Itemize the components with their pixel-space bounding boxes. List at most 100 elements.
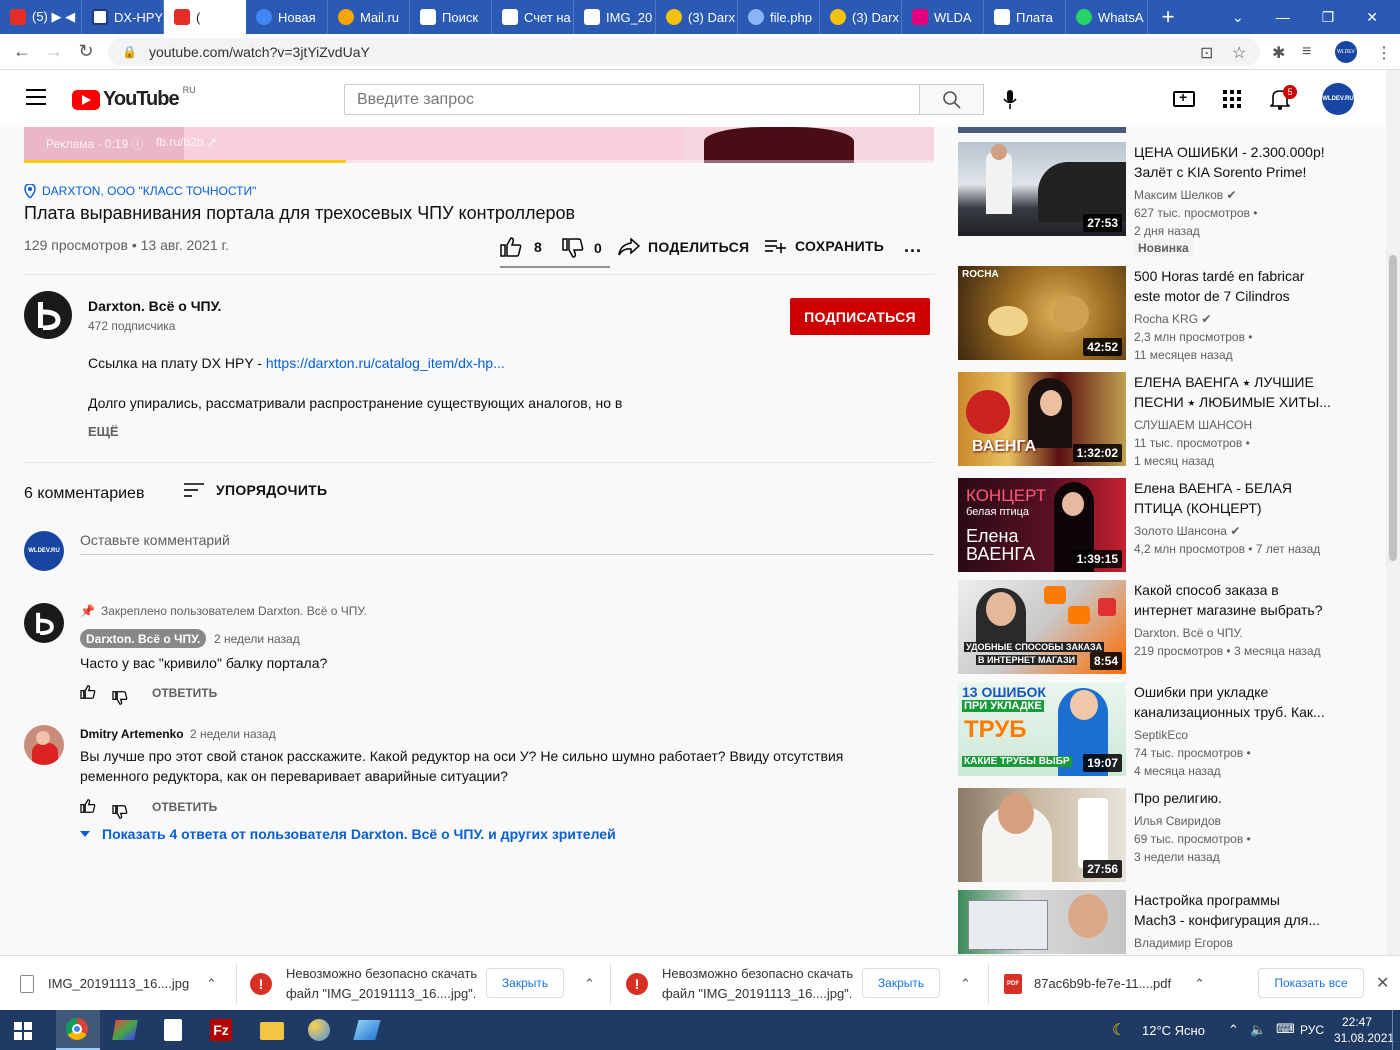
forward-icon[interactable]: → — [38, 41, 70, 62]
comment-time[interactable]: 2 недели назад — [214, 632, 300, 646]
youtube-logo[interactable]: YouTube RU — [72, 85, 196, 111]
recommendation-thumbnail[interactable]: ВАЕНГА 1:32:02 — [958, 372, 1126, 466]
sort-comments-button[interactable]: УПОРЯДОЧИТЬ — [184, 482, 327, 498]
show-desktop-button[interactable] — [1392, 1010, 1393, 1050]
subscribe-button[interactable]: ПОДПИСАТЬСЯ — [790, 298, 930, 335]
chevron-up-icon[interactable]: ⌃ — [960, 976, 971, 992]
recommendation-channel[interactable]: Владимир Егоров — [1134, 934, 1233, 952]
recommendation-thumbnail[interactable] — [958, 890, 1126, 954]
description-link[interactable]: https://darxton.ru/catalog_item/dx-hp... — [266, 355, 505, 371]
recommendation-item[interactable]: УДОБНЫЕ СПОСОБЫ ЗАКАЗА В ИНТЕРНЕТ МАГАЗИ… — [958, 580, 1388, 676]
search-input[interactable] — [344, 84, 920, 115]
recommendation-item[interactable]: КОНЦЕРТ белая птица Елена ВАЕНГА 1:39:15… — [958, 478, 1388, 574]
filezilla-icon[interactable]: Fz — [210, 1019, 232, 1041]
browser-tab[interactable]: (3) Darx — [820, 0, 902, 34]
comment-dislike-icon[interactable] — [112, 800, 128, 819]
back-icon[interactable]: ← — [6, 41, 38, 62]
video-player[interactable]: Реклама · 0:19 ⓘ fb.ru/b2b ↗ — [24, 127, 934, 163]
windows-start-icon[interactable] — [14, 1022, 32, 1040]
recommendation-thumbnail[interactable]: ROCHA 42:52 — [958, 266, 1126, 360]
notifications-bell-icon[interactable]: 5 — [1269, 85, 1297, 112]
recommendation-thumbnail[interactable]: УДОБНЫЕ СПОСОБЫ ЗАКАЗА В ИНТЕРНЕТ МАГАЗИ… — [958, 580, 1126, 674]
recommendation-item[interactable]: ROCHA 42:52 500 Horas tardé en fabricar e… — [958, 266, 1388, 362]
download-item[interactable]: IMG_20191113_16....jpg ⌃ — [20, 956, 230, 1011]
show-replies-button[interactable]: Показать 4 ответа от пользователя Darxto… — [80, 826, 616, 842]
recommendation-thumbnail[interactable]: 13 ОШИБОК ПРИ УКЛАДКЕ ТРУБ КАКИЕ ТРУБЫ В… — [958, 682, 1126, 776]
reload-icon[interactable]: ↻ — [70, 41, 102, 62]
browser-tab[interactable]: WhatsA — [1066, 0, 1148, 34]
create-video-icon[interactable]: + — [1173, 89, 1195, 107]
comment-author-avatar[interactable] — [24, 725, 64, 765]
recommendation-channel[interactable]: Золото Шансона ✔ — [1134, 522, 1240, 540]
browser-tab[interactable]: Плата — [984, 0, 1066, 34]
recommendation-thumbnail[interactable]: 27:53 — [958, 142, 1126, 236]
browser-tab[interactable]: Поиск — [410, 0, 492, 34]
winrar-icon[interactable] — [112, 1020, 138, 1040]
close-download-button[interactable]: Закрыть — [486, 968, 564, 998]
recommendation-channel[interactable]: Rocha KRG ✔ — [1134, 310, 1211, 328]
browser-tab-active[interactable]: ( — [164, 0, 246, 34]
account-avatar[interactable]: WLDEV.RU — [1322, 83, 1354, 115]
share-button[interactable]: ПОДЕЛИТЬСЯ — [618, 238, 749, 256]
chevron-up-icon[interactable]: ⌃ — [206, 976, 217, 992]
channel-avatar[interactable] — [24, 291, 72, 339]
profile-avatar[interactable]: WLDEV — [1335, 41, 1357, 63]
recommendation-item[interactable]: 13 ОШИБОК ПРИ УКЛАДКЕ ТРУБ КАКИЕ ТРУБЫ В… — [958, 682, 1388, 778]
browser-tab[interactable]: Новая — [246, 0, 328, 34]
like-button[interactable]: 8 — [500, 237, 542, 257]
dislike-button[interactable]: 0 — [562, 238, 602, 258]
taskbar-chrome[interactable] — [56, 1010, 100, 1050]
recommendation-item[interactable]: Настройка программы Mach3 - конфигурация … — [958, 890, 1388, 954]
recommendation-thumbnail[interactable]: 27:56 — [958, 788, 1126, 882]
notepad-icon[interactable] — [164, 1019, 182, 1041]
search-button[interactable] — [919, 84, 984, 115]
save-button[interactable]: СОХРАНИТЬ — [765, 238, 884, 254]
close-downloads-bar-icon[interactable]: ✕ — [1376, 973, 1389, 993]
browser-tab[interactable]: Mail.ru — [328, 0, 410, 34]
browser-tab[interactable]: Счет на — [492, 0, 574, 34]
close-window-icon[interactable]: ✕ — [1366, 9, 1378, 26]
media-control-icon[interactable]: ≡ — [1302, 43, 1311, 61]
input-language[interactable]: РУС — [1300, 1023, 1324, 1037]
reply-button[interactable]: ОТВЕТИТЬ — [152, 686, 217, 700]
file-explorer-icon[interactable] — [260, 1022, 284, 1040]
microphone-icon[interactable] — [998, 88, 1022, 112]
show-all-downloads-button[interactable]: Показать все — [1258, 968, 1364, 998]
recommendation-item[interactable]: ВАЕНГА 1:32:02 ЕЛЕНА ВАЕНГА ⭑ ЛУЧШИЕ ПЕСН… — [958, 372, 1388, 468]
video-location[interactable]: DARXTON, ООО "КЛАСС ТОЧНОСТИ" — [24, 184, 256, 198]
hamburger-menu-icon[interactable] — [26, 89, 46, 105]
channel-name[interactable]: Darxton. Всё о ЧПУ. — [88, 298, 221, 314]
ad-link[interactable]: fb.ru/b2b ↗ — [156, 135, 217, 149]
comment-like-icon[interactable] — [80, 685, 96, 704]
reply-button[interactable]: ОТВЕТИТЬ — [152, 800, 217, 814]
weather-text[interactable]: 12°C Ясно — [1142, 1023, 1205, 1038]
browser-tab[interactable]: IMG_20 — [574, 0, 656, 34]
close-download-button[interactable]: Закрыть — [862, 968, 940, 998]
comment-author-avatar[interactable] — [24, 603, 64, 643]
bookmark-star-icon[interactable]: ☆ — [1232, 43, 1246, 63]
app-icon[interactable] — [353, 1020, 381, 1040]
extensions-icon[interactable]: ✱ — [1272, 43, 1285, 63]
address-bar[interactable]: 🔒 youtube.com/watch?v=3jtYiZvdUaY — [108, 38, 1260, 66]
browser-tab[interactable]: file.php — [738, 0, 820, 34]
scrollbar-thumb[interactable] — [1389, 255, 1397, 561]
volume-icon[interactable]: 🔈 — [1250, 1022, 1266, 1038]
tray-chevron-icon[interactable]: ⌃ — [1228, 1022, 1239, 1038]
minimize-icon[interactable]: — — [1276, 9, 1290, 25]
recommendation-channel[interactable]: SeptikEco — [1134, 726, 1188, 744]
browser-menu-icon[interactable]: ⋮ — [1376, 43, 1392, 63]
comment-author-chip[interactable]: Darxton. Всё о ЧПУ. — [80, 629, 207, 648]
page-scrollbar[interactable] — [1386, 70, 1400, 955]
browser-tab[interactable]: (3) Darx — [656, 0, 738, 34]
clock[interactable]: 22:47 31.08.2021 — [1334, 1014, 1394, 1046]
paint-icon[interactable] — [308, 1019, 330, 1041]
apps-grid-icon[interactable] — [1223, 90, 1241, 108]
browser-tab[interactable]: (5) ▶ ◀ — [0, 0, 82, 34]
recommendation-channel[interactable]: СЛУШАЕМ ШАНСОН — [1134, 416, 1252, 434]
recommendation-item[interactable]: 27:56 Про религию. Илья Свиридов 69 тыс.… — [958, 788, 1388, 884]
lock-icon[interactable]: 🔒 — [122, 45, 137, 59]
comment-author[interactable]: Dmitry Artemenko — [80, 727, 184, 741]
comment-like-icon[interactable] — [80, 799, 96, 818]
weather-icon[interactable]: ☾ — [1112, 1020, 1126, 1040]
browser-tab[interactable]: WLDA — [902, 0, 984, 34]
